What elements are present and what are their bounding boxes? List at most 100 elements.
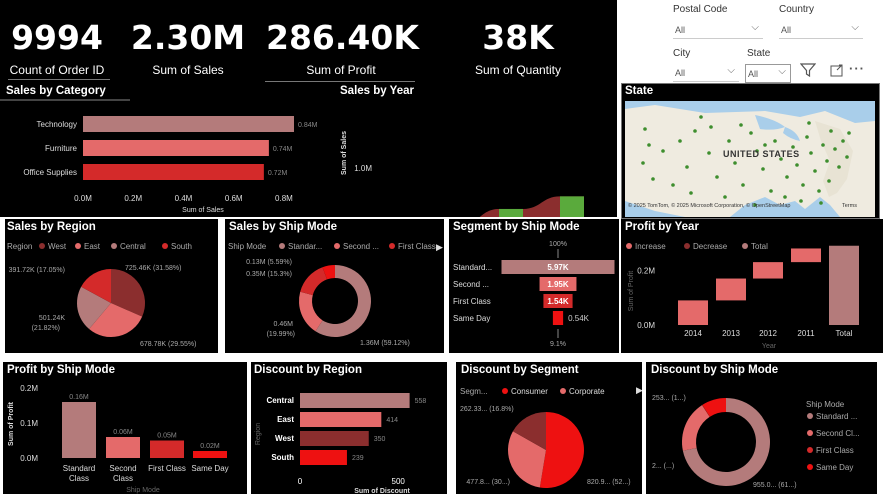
map-country-label: UNITED STATES [723, 149, 800, 159]
y-tick-label: 0.5M [354, 217, 372, 218]
map-location-dot [661, 149, 665, 153]
legend-marker [560, 388, 566, 394]
waterfall-bar [753, 262, 783, 279]
profit-by-year-panel: Profit by Year Increase Decrease Total 0.0… [621, 219, 883, 353]
kpi-value: 38K [482, 18, 554, 57]
funnel-category-label: Same Day [453, 314, 490, 323]
data-label: 0.35M (15.3%) [246, 271, 292, 278]
panel-title: State [625, 85, 654, 97]
category-bar [83, 164, 264, 180]
legend-label: South [171, 242, 192, 251]
data-label: 0.06M [113, 429, 133, 436]
postal-code-value: All [675, 25, 686, 35]
state-map-panel[interactable]: State UNITED STATES © 2025 TomTom, © 202… [621, 83, 880, 219]
focus-mode-icon[interactable] [830, 64, 844, 77]
discount-by-ship-mode-panel: Discount by Ship Mode 955.0... (61...) 25… [646, 362, 877, 494]
map-location-dot [805, 135, 809, 139]
discount-by-segment-chart: Segm... Consumer Corporate 820.9... (52...)… [460, 385, 642, 488]
legend-marker [334, 243, 340, 249]
map-location-dot [749, 131, 753, 135]
chevron-down-icon: ⌵ [851, 22, 859, 33]
country-dropdown[interactable]: All ⌵ [779, 21, 863, 39]
data-label: 0.74M [273, 146, 293, 153]
category-label: Office Supplies [23, 168, 77, 177]
x-tick-label: 0.4M [175, 194, 193, 203]
legend-marker [75, 243, 81, 249]
map-location-dot [733, 161, 737, 165]
map-location-dot [643, 127, 647, 131]
map-location-dot [715, 175, 719, 179]
data-label: 558 [415, 398, 427, 405]
legend-label: Central [120, 242, 146, 251]
y-tick-label: 0.2M [20, 384, 38, 393]
data-label: 0.54K [568, 314, 590, 323]
discount-by-ship-mode-chart: 955.0... (61...) 253... (1...) 2... (...) S… [652, 395, 860, 489]
discount-bar [300, 412, 382, 427]
legend-title: Region [7, 242, 32, 251]
legend-marker [162, 243, 168, 249]
profit-by-ship-mode-panel: Profit by Ship Mode 0.0M 0.1M 0.2M Sum of P… [3, 362, 247, 494]
city-value: All [675, 68, 686, 78]
state-dropdown[interactable]: All ⌵ [745, 64, 791, 83]
data-label: 2... (...) [652, 463, 674, 470]
funnel-bottom-label: 9.1% [550, 341, 566, 348]
x-tick-label: 2014 [684, 329, 702, 338]
profit-bar [193, 451, 227, 458]
map-terms-link[interactable]: Terms [842, 203, 857, 209]
city-label: City [673, 48, 691, 59]
filter-icon[interactable] [800, 63, 816, 77]
filters-panel: Postal Code All ⌵ Country All ⌵ City All ⌵ … [617, 0, 883, 83]
data-label: 0.05M [157, 433, 177, 440]
data-label: 0.72M [268, 170, 288, 177]
sales-by-region-panel: Sales by Region Region West East Central Sou… [5, 219, 218, 353]
profit-by-ship-mode-chart: 0.0M0.1M0.2MSum of Profit0.16MStandardCl… [8, 384, 229, 494]
x-tick-label: 0.2M [124, 194, 142, 203]
map-location-dot [825, 159, 829, 163]
legend-label: Same Day [816, 463, 853, 472]
profit-bar [62, 402, 96, 458]
legend-title: Ship Mode [806, 400, 845, 409]
x-tick-label: 0.6M [225, 194, 243, 203]
funnel-category-label: Second ... [453, 280, 489, 289]
x-axis-title: Sum of Sales [182, 207, 224, 214]
y-axis-title: Sum of Sales [341, 131, 348, 175]
data-label: 262.33... (16.8%) [460, 406, 514, 413]
x-tick-label: Class [113, 474, 133, 483]
sales-by-ship-mode-panel: Sales by Ship Mode Ship Mode Standar... Se… [225, 219, 444, 353]
category-bar [83, 140, 269, 156]
waterfall-bar [791, 248, 821, 263]
category-label: Central [266, 396, 294, 405]
discount-by-region-chart: Region Central 558 East 414 West 350 South 239 0 5… [255, 393, 427, 494]
funnel-bar [552, 311, 564, 325]
map-location-dot [709, 125, 713, 129]
map-location-dot [827, 179, 831, 183]
category-bar [83, 116, 294, 132]
x-tick-label: 2011 [797, 329, 815, 338]
chevron-down-icon: ⌵ [727, 65, 735, 76]
postal-code-dropdown[interactable]: All ⌵ [673, 21, 763, 39]
legend-label: Consumer [511, 387, 548, 396]
map-location-dot [807, 121, 811, 125]
legend-label: Standard ... [816, 412, 857, 421]
legend-marker [39, 243, 45, 249]
city-dropdown[interactable]: All ⌵ [673, 64, 739, 82]
waterfall-bar [829, 245, 859, 325]
x-tick-label: 0.8M [275, 194, 293, 203]
discount-by-region-panel: Discount by Region Region Central 558 East 4… [251, 362, 447, 494]
kpi-underline [265, 81, 415, 82]
category-label: South [271, 453, 294, 462]
y-tick-label: 0.0M [637, 321, 655, 330]
legend-marker [807, 430, 813, 436]
x-tick-label: Class [69, 474, 89, 483]
more-options-icon[interactable]: ··· [849, 61, 865, 76]
y-tick-label: 1.0M [354, 164, 372, 173]
data-label: 0.16M [69, 394, 89, 401]
legend-marker [807, 464, 813, 470]
kpi-value: 286.40K [266, 18, 419, 57]
x-axis-title: Sum of Discount [354, 488, 410, 494]
x-tick-label: 0 [298, 477, 303, 486]
funnel-category-label: First Class [453, 297, 491, 306]
legend-label: Decrease [693, 242, 728, 251]
y-axis-title: Sum of Profit [628, 271, 635, 312]
data-label: 678.78K (29.55%) [140, 341, 196, 348]
